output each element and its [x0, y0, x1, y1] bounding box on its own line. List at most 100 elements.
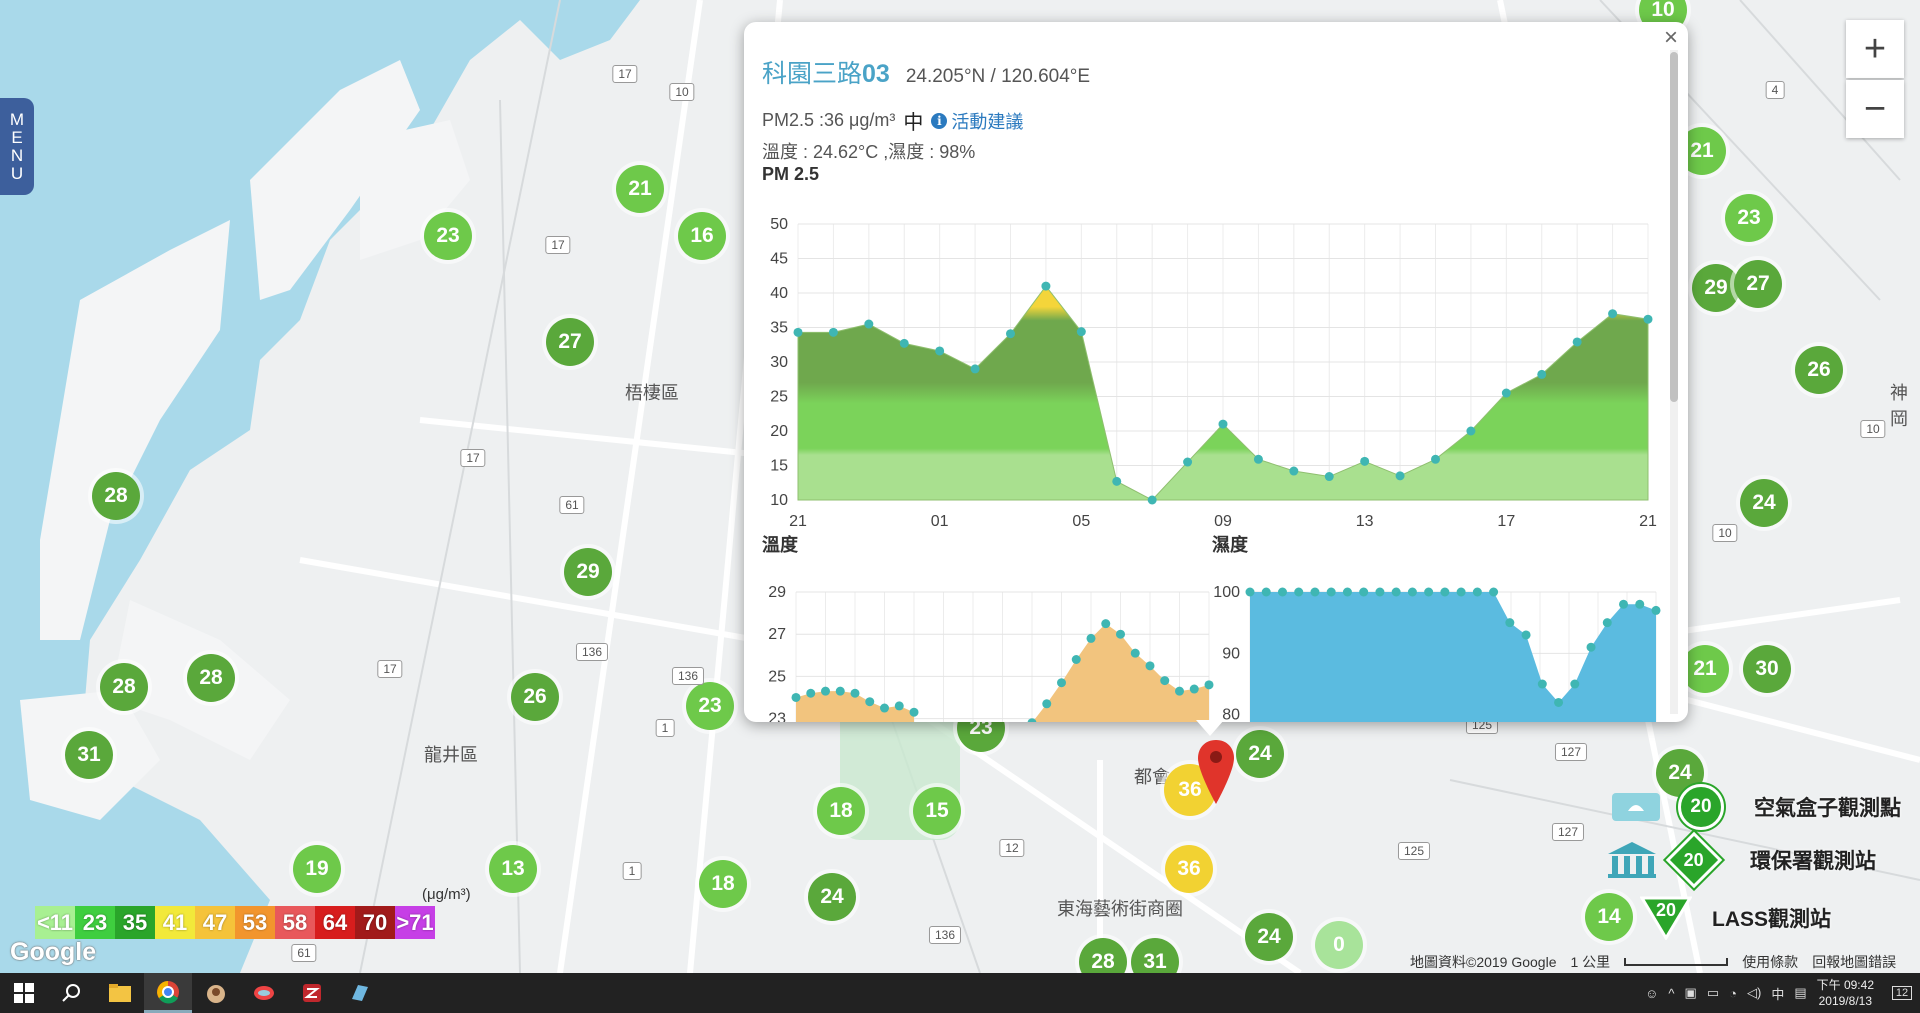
data-point: [1431, 454, 1440, 464]
activity-advice-label: 活動建議: [951, 111, 1024, 132]
search-icon: [62, 984, 80, 1002]
security-icon[interactable]: ▣: [1685, 985, 1697, 1001]
station-cluster[interactable]: 21: [616, 165, 664, 213]
route-shield: 17: [612, 65, 638, 83]
network-icon[interactable]: ◔: [1729, 986, 1737, 1001]
taskbar-app-1[interactable]: [192, 973, 240, 1013]
station-cluster[interactable]: 14: [1585, 893, 1633, 941]
taskbar-file-explorer[interactable]: [96, 973, 144, 1013]
y-tick-label: 20: [770, 423, 788, 440]
windows-icon: [14, 983, 34, 1003]
data-point: [1041, 281, 1051, 291]
station-cluster[interactable]: 26: [1795, 346, 1843, 394]
data-point: [1391, 587, 1401, 597]
taskbar-app-4[interactable]: [336, 973, 384, 1013]
station-cluster[interactable]: 16: [678, 212, 726, 260]
station-cluster[interactable]: 18: [817, 787, 865, 835]
taskbar-app-2[interactable]: [240, 973, 288, 1013]
station-cluster[interactable]: 24: [1740, 479, 1788, 527]
people-icon[interactable]: ☺: [1645, 986, 1658, 1001]
pm-reading: PM2.5 :36 μg/m³: [762, 110, 896, 130]
station-cluster[interactable]: 31: [65, 731, 113, 779]
terms-link[interactable]: 使用條款: [1742, 952, 1798, 972]
station-cluster[interactable]: 23: [686, 682, 734, 730]
data-point: [793, 327, 803, 337]
zoom-out-button[interactable]: −: [1846, 80, 1904, 138]
data-point: [1440, 587, 1450, 597]
zoom-in-button[interactable]: +: [1846, 20, 1904, 78]
station-cluster[interactable]: 29: [1692, 264, 1740, 312]
route-shield: 61: [559, 496, 585, 514]
airbox-label: 空氣盒子觀測點: [1754, 797, 1901, 820]
legend-item: 23: [75, 906, 115, 939]
station-cluster[interactable]: 19: [293, 845, 341, 893]
x-tick-label: 01: [931, 513, 949, 530]
station-cluster[interactable]: 26: [511, 673, 559, 721]
start-button[interactable]: [0, 973, 48, 1013]
station-cluster[interactable]: 24: [808, 873, 856, 921]
data-point: [880, 703, 889, 713]
volume-icon[interactable]: ◁): [1747, 985, 1761, 1001]
legend-item: >71: [395, 906, 435, 939]
app-icon: [207, 985, 225, 1003]
map-pin-icon[interactable]: [1196, 738, 1236, 808]
y-tick-label: 15: [770, 458, 788, 475]
data-point: [1175, 686, 1184, 696]
route-shield: 1: [622, 862, 642, 880]
station-name: 科園三路03: [762, 60, 890, 88]
route-shield: 136: [575, 643, 609, 661]
y-tick-label: 10: [770, 492, 788, 509]
activity-advice-link[interactable]: i 活動建議: [931, 108, 1023, 134]
legend-item: 35: [115, 906, 155, 939]
data-point: [1218, 419, 1228, 429]
route-shield: 17: [545, 236, 571, 254]
station-cluster[interactable]: 23: [424, 212, 472, 260]
search-button[interactable]: [48, 973, 96, 1013]
station-cluster[interactable]: 28: [100, 663, 148, 711]
menu-tab[interactable]: M E N U: [0, 98, 34, 195]
y-tick-label: 80: [1222, 707, 1240, 722]
close-button[interactable]: ×: [1664, 24, 1678, 52]
data-point: [1324, 472, 1334, 482]
popup-scrollbar-thumb[interactable]: [1670, 52, 1678, 402]
station-cluster[interactable]: 27: [1734, 260, 1782, 308]
route-shield: 4: [1765, 81, 1785, 99]
station-cluster[interactable]: 24: [1245, 913, 1293, 961]
x-tick-label: 17: [1497, 513, 1515, 530]
station-cluster[interactable]: 13: [489, 845, 537, 893]
station-cluster[interactable]: 18: [699, 860, 747, 908]
station-cluster[interactable]: 29: [564, 548, 612, 596]
taskbar-chrome[interactable]: [144, 973, 192, 1013]
data-point: [1116, 629, 1125, 639]
scale-bar: [1624, 958, 1729, 966]
map-canvas[interactable]: 21 16 23 27 28 29 28 28 26 31 23 19 13 18 24 18 15 23 24 36…: [0, 0, 1920, 973]
data-point: [1521, 630, 1531, 640]
ime-indicator[interactable]: 中: [1771, 984, 1784, 1003]
station-cluster[interactable]: 28: [187, 654, 235, 702]
data-point: [1395, 471, 1405, 481]
data-point: [1651, 605, 1661, 615]
chevron-up-icon[interactable]: ^: [1668, 986, 1674, 1001]
keyboard-icon[interactable]: ▤: [1794, 985, 1806, 1001]
humidity-chart: 80 90 100: [1213, 584, 1661, 722]
route-shield: 17: [377, 660, 403, 678]
data-point: [1261, 587, 1271, 597]
station-cluster[interactable]: 28: [92, 472, 140, 520]
report-error-link[interactable]: 回報地圖錯誤: [1812, 952, 1896, 972]
station-cluster[interactable]: 0: [1315, 921, 1363, 969]
station-cluster[interactable]: 23: [1725, 194, 1773, 242]
station-cluster[interactable]: 36: [1165, 845, 1213, 893]
station-cluster[interactable]: 15: [913, 787, 961, 835]
x-tick-label: 21: [789, 513, 807, 530]
battery-icon[interactable]: ▭: [1707, 985, 1719, 1001]
station-cluster[interactable]: 21: [1681, 645, 1729, 693]
clock[interactable]: 下午 09:42 2019/8/13: [1817, 977, 1874, 1009]
station-cluster[interactable]: 30: [1743, 645, 1791, 693]
menu-letter: N: [10, 145, 24, 165]
station-cluster[interactable]: 27: [546, 318, 594, 366]
app-icon: [254, 986, 274, 1000]
taskbar-app-3[interactable]: [288, 973, 336, 1013]
data-point: [1554, 697, 1564, 707]
station-cluster[interactable]: 24: [1236, 730, 1284, 778]
notification-button[interactable]: 12: [1884, 986, 1920, 1000]
